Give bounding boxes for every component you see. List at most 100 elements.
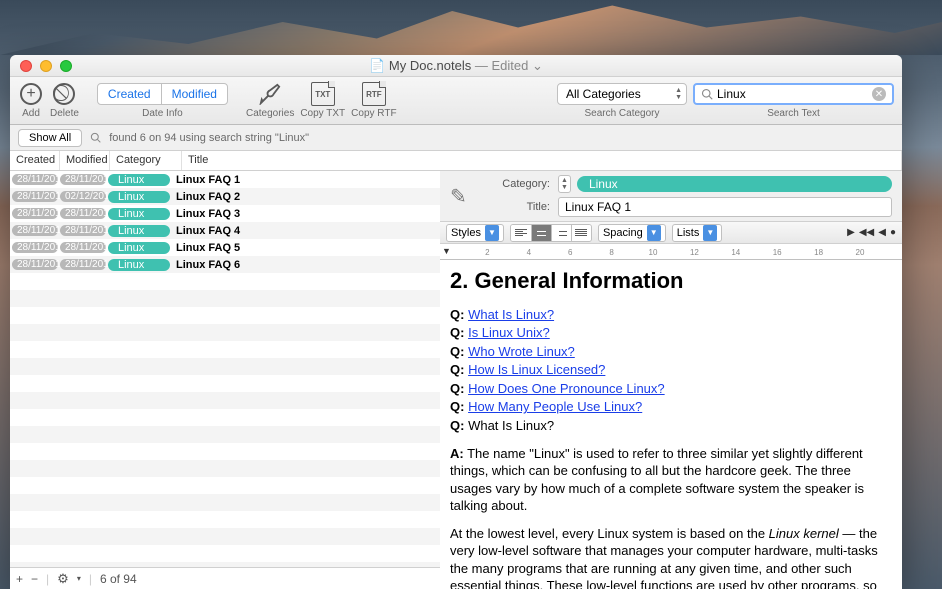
filter-bar: Show All found 6 on 94 using search stri…: [10, 125, 902, 151]
category-stepper-icon[interactable]: ▲▼: [558, 175, 571, 193]
copy-rtf-button[interactable]: RTF: [361, 81, 387, 107]
modified-date: 28/11/2014: [60, 174, 106, 185]
document-content[interactable]: 2. General Information Q: What Is Linux?…: [440, 260, 902, 589]
txt-doc-icon: TXT: [311, 82, 335, 106]
created-date: 28/11/2012: [12, 242, 58, 253]
note-title: Linux FAQ 3: [176, 208, 240, 220]
faq-link[interactable]: How Does One Pronounce Linux?: [468, 381, 665, 396]
empty-row: [10, 341, 440, 358]
bullet-icon[interactable]: ●: [890, 227, 896, 238]
table-row[interactable]: 28/11/201228/11/2012LinuxLinux FAQ 4: [10, 222, 440, 239]
lists-value: Lists: [677, 227, 700, 239]
search-input[interactable]: [717, 87, 872, 101]
title-input[interactable]: [558, 197, 892, 217]
align-left-button[interactable]: [511, 225, 531, 241]
date-toggle: Created Modified: [97, 83, 228, 105]
created-date: 28/11/2012: [12, 225, 58, 236]
show-all-button[interactable]: Show All: [18, 129, 82, 147]
stepper-icon: ▲▼: [675, 87, 682, 101]
search-category-label: Search Category: [584, 108, 659, 119]
lists-select[interactable]: Lists▼: [672, 224, 723, 242]
play-icon[interactable]: ▶: [847, 227, 855, 238]
search-input-wrap[interactable]: ✕: [693, 83, 894, 105]
faq-link[interactable]: How Is Linux Licensed?: [468, 362, 605, 377]
col-category[interactable]: Category: [110, 151, 182, 170]
copy-rtf-label: Copy RTF: [351, 108, 396, 119]
col-title[interactable]: Title: [182, 151, 902, 170]
category-filter-value: All Categories: [566, 87, 641, 101]
nav-arrows: ▶ ◀◀ ◀ ●: [847, 227, 896, 238]
delete-button[interactable]: ⃠: [51, 81, 77, 107]
tab-marker-icon[interactable]: ▼: [442, 246, 451, 256]
empty-row: [10, 324, 440, 341]
styles-select[interactable]: Styles▼: [446, 224, 504, 242]
empty-row: [10, 494, 440, 511]
faq-link[interactable]: Is Linux Unix?: [468, 325, 550, 340]
align-center-button[interactable]: [531, 225, 551, 241]
category-tag: Linux: [108, 174, 170, 186]
faq-link[interactable]: How Many People Use Linux?: [468, 399, 642, 414]
empty-row: [10, 392, 440, 409]
empty-row: [10, 477, 440, 494]
empty-row: [10, 528, 440, 545]
table-row[interactable]: 28/11/201228/11/2014LinuxLinux FAQ 1: [10, 171, 440, 188]
modified-date: 28/11/2012: [60, 242, 106, 253]
created-toggle[interactable]: Created: [98, 84, 161, 104]
gear-menu-icon[interactable]: ▾: [77, 574, 81, 583]
category-pill[interactable]: Linux: [577, 176, 892, 192]
table-row[interactable]: 28/11/201228/11/2012LinuxLinux FAQ 6: [10, 256, 440, 273]
editor-panel: ✎ Category: ▲▼ Linux Title: Styles▼ Spac…: [440, 171, 902, 589]
date-info-label: Date Info: [142, 108, 183, 119]
table-row[interactable]: 28/11/201202/12/2013LinuxLinux FAQ 2: [10, 188, 440, 205]
note-list-panel: 28/11/201228/11/2014LinuxLinux FAQ 128/1…: [10, 171, 440, 589]
add-button[interactable]: +: [18, 81, 44, 107]
title-dropdown-icon[interactable]: ⌄: [532, 58, 543, 73]
ruler-number: 16: [773, 248, 782, 257]
category-filter-select[interactable]: All Categories ▲▼: [557, 83, 687, 105]
created-date: 28/11/2012: [12, 191, 58, 202]
align-justify-button[interactable]: [571, 225, 591, 241]
copy-txt-button[interactable]: TXT: [310, 81, 336, 107]
align-right-button[interactable]: [551, 225, 571, 241]
rewind-icon[interactable]: ◀◀: [859, 227, 874, 238]
faq-link[interactable]: What Is Linux?: [468, 307, 554, 322]
spacing-select[interactable]: Spacing▼: [598, 224, 666, 242]
col-created[interactable]: Created: [10, 151, 60, 170]
toolbar: + Add ⃠ Delete Created Modified Date Inf…: [10, 77, 902, 125]
q-prefix: Q:: [450, 418, 464, 433]
faq-link[interactable]: Who Wrote Linux?: [468, 344, 575, 359]
no-icon: ⃠: [53, 83, 75, 105]
add-row-button[interactable]: +: [16, 572, 23, 586]
table-row[interactable]: 28/11/201228/11/2012LinuxLinux FAQ 3: [10, 205, 440, 222]
category-tag: Linux: [108, 191, 170, 203]
close-window-icon[interactable]: [20, 60, 32, 72]
category-tag: Linux: [108, 242, 170, 254]
minimize-window-icon[interactable]: [40, 60, 52, 72]
titlebar[interactable]: 📄 My Doc.notels — Edited ⌄: [10, 55, 902, 77]
modified-date: 02/12/2013: [60, 191, 106, 202]
modified-toggle[interactable]: Modified: [161, 84, 227, 104]
prev-icon[interactable]: ◀: [878, 227, 886, 238]
table-row[interactable]: 28/11/201228/11/2012LinuxLinux FAQ 5: [10, 239, 440, 256]
list-footer: + − | ⚙︎▾ | 6 of 94: [10, 567, 440, 589]
categories-button[interactable]: [257, 81, 283, 107]
ruler[interactable]: 2468101214161820 ▼: [440, 244, 902, 260]
remove-row-button[interactable]: −: [31, 572, 38, 586]
gear-icon[interactable]: ⚙︎: [57, 571, 69, 587]
zoom-window-icon[interactable]: [60, 60, 72, 72]
empty-row: [10, 460, 440, 477]
ruler-number: 4: [527, 248, 531, 257]
window-controls: [10, 60, 72, 72]
clear-search-icon[interactable]: ✕: [872, 87, 886, 101]
edited-label: — Edited: [475, 58, 528, 73]
col-modified[interactable]: Modified: [60, 151, 110, 170]
ruler-number: 8: [609, 248, 613, 257]
answer-question: What Is Linux?: [468, 418, 554, 433]
faq-question: Q: Who Wrote Linux?: [450, 343, 892, 361]
doc-heading: 2. General Information: [450, 266, 892, 296]
align-group: [510, 224, 592, 242]
ruler-number: 2: [485, 248, 489, 257]
styles-value: Styles: [451, 227, 481, 239]
row-counter: 6 of 94: [100, 572, 137, 586]
category-tag: Linux: [108, 208, 170, 220]
